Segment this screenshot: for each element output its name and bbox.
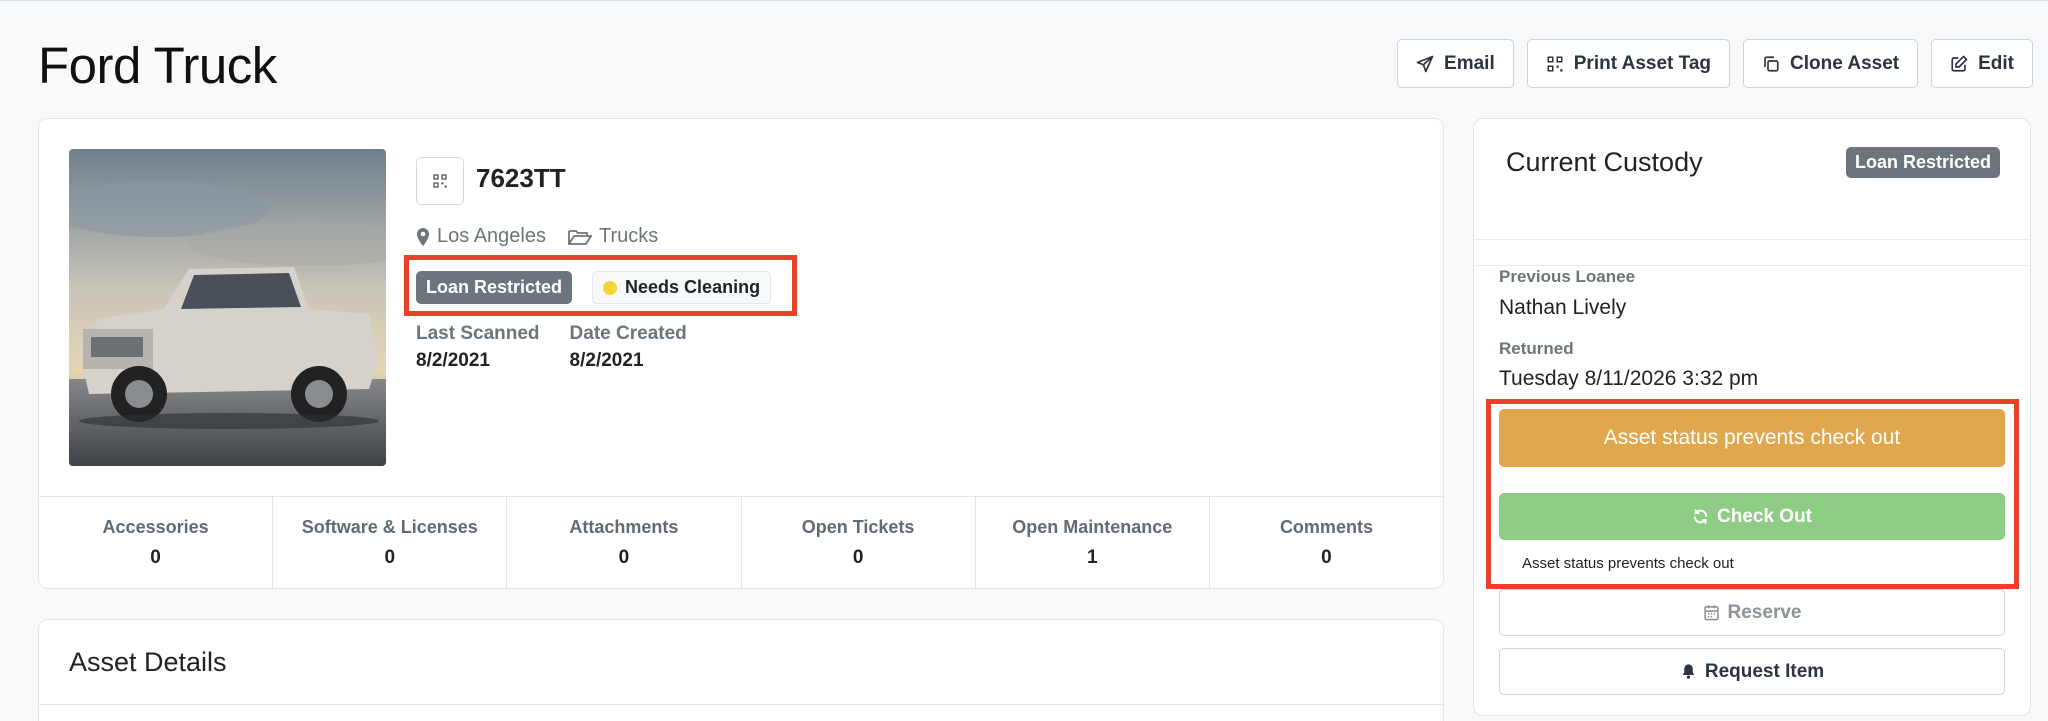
stat-value: 0 bbox=[852, 547, 864, 568]
stat-open-tickets[interactable]: Open Tickets 0 bbox=[742, 497, 976, 590]
action-toolbar: Email Print Asset Tag Clone Asset Edit bbox=[1397, 39, 2033, 88]
checkout-help-text: Asset status prevents check out bbox=[1522, 555, 1734, 572]
asset-details-title: Asset Details bbox=[69, 647, 227, 677]
date-created-label: Date Created bbox=[569, 323, 687, 344]
paper-plane-icon bbox=[1416, 55, 1434, 72]
stat-attachments[interactable]: Attachments 0 bbox=[507, 497, 742, 590]
stat-label: Accessories bbox=[102, 517, 209, 537]
map-marker-icon bbox=[417, 227, 429, 246]
asset-details-divider bbox=[39, 704, 1443, 705]
stat-software-licenses[interactable]: Software & Licenses 0 bbox=[273, 497, 508, 590]
asset-photo[interactable] bbox=[69, 149, 386, 466]
edit-button[interactable]: Edit bbox=[1931, 39, 2033, 88]
stat-label: Open Tickets bbox=[801, 517, 915, 537]
stat-value: 0 bbox=[150, 547, 161, 568]
returned-value: Tuesday 8/11/2026 3:32 pm bbox=[1499, 367, 1759, 390]
stat-value: 1 bbox=[1086, 547, 1098, 568]
print-asset-tag-label: Print Asset Tag bbox=[1573, 52, 1711, 74]
asset-category-label: Trucks bbox=[598, 225, 659, 247]
request-item-label: Request Item bbox=[1704, 660, 1825, 682]
needs-cleaning-label: Needs Cleaning bbox=[625, 277, 761, 297]
calendar-icon bbox=[1703, 605, 1719, 621]
asset-id: 7623TT bbox=[476, 163, 566, 193]
previous-loanee-value: Nathan Lively bbox=[1499, 296, 1627, 319]
custody-title: Current Custody bbox=[1506, 147, 1703, 177]
last-scanned-label: Last Scanned bbox=[416, 323, 540, 344]
email-button-label: Email bbox=[1444, 52, 1495, 74]
stat-value: 0 bbox=[618, 547, 630, 568]
stat-label: Comments bbox=[1279, 517, 1373, 537]
qr-code-icon bbox=[433, 174, 447, 188]
bell-icon bbox=[1682, 664, 1695, 679]
page-title: Ford Truck bbox=[38, 37, 277, 94]
asset-details-card: Asset Details bbox=[38, 619, 1444, 721]
top-divider bbox=[0, 0, 2048, 4]
stat-value: 0 bbox=[1321, 547, 1332, 568]
asset-summary-card: 7623TT Los Angeles Trucks Loan Restricte… bbox=[38, 118, 1444, 590]
date-created: Date Created 8/2/2021 bbox=[570, 323, 687, 372]
current-custody-card: Current Custody Loan Restricted Previous… bbox=[1473, 118, 2031, 716]
status-dot-icon bbox=[603, 280, 618, 295]
reserve-button[interactable]: Reserve bbox=[1499, 589, 2005, 636]
stat-accessories[interactable]: Accessories 0 bbox=[39, 497, 274, 590]
folder-open-icon bbox=[568, 229, 592, 245]
date-created-value: 8/2/2021 bbox=[569, 350, 644, 371]
custody-divider bbox=[1474, 239, 2030, 240]
email-button[interactable]: Email bbox=[1397, 39, 1514, 88]
stat-label: Software & Licenses bbox=[301, 517, 478, 537]
request-item-button[interactable]: Request Item bbox=[1499, 648, 2005, 695]
returned-label: Returned bbox=[1499, 339, 1574, 358]
custody-loan-restricted-badge: Loan Restricted bbox=[1845, 147, 2000, 178]
needs-cleaning-badge: Needs Cleaning bbox=[592, 271, 772, 304]
print-asset-tag-button[interactable]: Print Asset Tag bbox=[1526, 39, 1730, 88]
edit-button-label: Edit bbox=[1978, 52, 2014, 74]
check-out-button[interactable]: Check Out bbox=[1499, 493, 2005, 540]
asset-qr-button[interactable] bbox=[416, 157, 464, 205]
stat-label: Open Maintenance bbox=[1012, 517, 1173, 537]
stat-label: Attachments bbox=[569, 517, 679, 537]
previous-loanee-label: Previous Loanee bbox=[1499, 267, 1636, 286]
asset-location-label: Los Angeles bbox=[437, 225, 546, 247]
asset-meta: Los Angeles Trucks bbox=[416, 225, 658, 248]
clone-asset-button[interactable]: Clone Asset bbox=[1743, 39, 1919, 88]
asset-status-prevents-checkout-button[interactable]: Asset status prevents check out bbox=[1499, 409, 2005, 467]
qr-code-icon bbox=[1547, 56, 1563, 71]
clone-asset-label: Clone Asset bbox=[1790, 52, 1900, 74]
asset-stats: Accessories 0 Software & Licenses 0 Atta… bbox=[39, 496, 1443, 590]
custody-divider bbox=[1474, 265, 2030, 266]
stat-open-maintenance[interactable]: Open Maintenance 1 bbox=[976, 497, 1210, 590]
last-scanned-value: 8/2/2021 bbox=[416, 350, 490, 371]
asset-category[interactable]: Trucks bbox=[568, 225, 658, 248]
stat-comments[interactable]: Comments 0 bbox=[1210, 497, 1443, 590]
loan-restricted-badge: Loan Restricted bbox=[416, 271, 573, 304]
reserve-label: Reserve bbox=[1727, 601, 1802, 623]
stat-value: 0 bbox=[384, 547, 396, 568]
edit-icon bbox=[1951, 54, 1968, 72]
sync-icon bbox=[1693, 509, 1708, 524]
truck-image bbox=[69, 149, 386, 466]
check-out-label: Check Out bbox=[1716, 505, 1813, 527]
asset-badges: Loan Restricted Needs Cleaning bbox=[416, 271, 772, 304]
asset-dates: Last Scanned 8/2/2021 Date Created 8/2/2… bbox=[416, 323, 687, 372]
asset-location[interactable]: Los Angeles bbox=[416, 225, 546, 248]
copy-icon bbox=[1764, 55, 1779, 72]
last-scanned: Last Scanned 8/2/2021 bbox=[416, 323, 540, 372]
